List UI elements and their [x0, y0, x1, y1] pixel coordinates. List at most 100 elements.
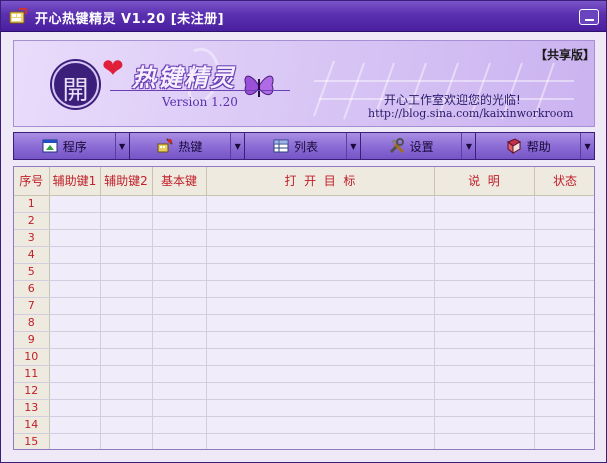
list-dropdown-arrow[interactable]: ▼: [345, 133, 360, 159]
table-cell[interactable]: [206, 416, 435, 434]
table-row[interactable]: 7: [14, 297, 594, 315]
table-cell[interactable]: [49, 246, 101, 264]
column-header-index[interactable]: 序号: [14, 167, 50, 196]
table-cell[interactable]: [152, 416, 207, 434]
table-cell[interactable]: [49, 280, 101, 298]
table-cell[interactable]: [152, 246, 207, 264]
column-header-modifier2[interactable]: 辅助键2: [100, 167, 153, 196]
table-cell[interactable]: [434, 246, 535, 264]
table-cell[interactable]: [206, 263, 435, 281]
table-cell[interactable]: [534, 195, 594, 213]
table-row[interactable]: 15: [14, 433, 594, 449]
table-row[interactable]: 4: [14, 246, 594, 264]
table-cell[interactable]: [534, 229, 594, 247]
table-cell[interactable]: [100, 433, 153, 449]
table-cell[interactable]: [152, 399, 207, 417]
table-cell[interactable]: [100, 348, 153, 366]
table-cell[interactable]: [534, 399, 594, 417]
table-cell[interactable]: [100, 399, 153, 417]
table-row[interactable]: 3: [14, 229, 594, 247]
table-cell[interactable]: [206, 314, 435, 332]
table-cell[interactable]: [534, 263, 594, 281]
table-cell[interactable]: [206, 297, 435, 315]
help-menu[interactable]: 帮助 ▼: [476, 133, 595, 159]
homepage-url[interactable]: http://blog.sina.com/kaixinworkroom: [368, 107, 573, 120]
column-header-status[interactable]: 状态: [534, 167, 594, 196]
table-cell[interactable]: [152, 195, 207, 213]
table-cell[interactable]: [534, 382, 594, 400]
table-cell[interactable]: [434, 195, 535, 213]
table-cell[interactable]: [434, 416, 535, 434]
table-cell[interactable]: [49, 263, 101, 281]
table-cell[interactable]: [100, 297, 153, 315]
table-cell[interactable]: [434, 382, 535, 400]
table-cell[interactable]: [100, 263, 153, 281]
table-cell[interactable]: [434, 365, 535, 383]
table-cell[interactable]: [434, 433, 535, 449]
table-cell[interactable]: [49, 348, 101, 366]
table-cell[interactable]: [49, 433, 101, 449]
table-row[interactable]: 8: [14, 314, 594, 332]
table-cell[interactable]: [100, 212, 153, 230]
table-cell[interactable]: [49, 365, 101, 383]
table-cell[interactable]: [434, 229, 535, 247]
table-row[interactable]: 2: [14, 212, 594, 230]
table-cell[interactable]: [152, 382, 207, 400]
table-cell[interactable]: [206, 331, 435, 349]
table-cell[interactable]: [100, 229, 153, 247]
program-button[interactable]: 程序: [14, 133, 115, 159]
hotkey-grid[interactable]: 序号 辅助键1 辅助键2 基本键 打 开 目 标 说 明 状态 12345678…: [13, 166, 595, 450]
hotkey-dropdown-arrow[interactable]: ▼: [230, 133, 244, 159]
table-cell[interactable]: [434, 331, 535, 349]
table-cell[interactable]: [434, 212, 535, 230]
table-cell[interactable]: [206, 195, 435, 213]
table-cell[interactable]: [100, 382, 153, 400]
table-cell[interactable]: [49, 195, 101, 213]
program-menu[interactable]: 程序 ▼: [14, 133, 130, 159]
help-dropdown-arrow[interactable]: ▼: [580, 133, 594, 159]
table-row[interactable]: 12: [14, 382, 594, 400]
table-cell[interactable]: [206, 246, 435, 264]
table-row[interactable]: 11: [14, 365, 594, 383]
table-cell[interactable]: [534, 416, 594, 434]
table-row[interactable]: 13: [14, 399, 594, 417]
table-cell[interactable]: [206, 382, 435, 400]
table-cell[interactable]: [534, 280, 594, 298]
table-cell[interactable]: [434, 280, 535, 298]
table-row[interactable]: 6: [14, 280, 594, 298]
table-cell[interactable]: [206, 433, 435, 449]
column-header-modifier1[interactable]: 辅助键1: [49, 167, 101, 196]
table-cell[interactable]: [49, 212, 101, 230]
table-cell[interactable]: [49, 297, 101, 315]
program-dropdown-arrow[interactable]: ▼: [114, 133, 129, 159]
table-cell[interactable]: [100, 280, 153, 298]
table-cell[interactable]: [534, 246, 594, 264]
table-cell[interactable]: [534, 314, 594, 332]
table-cell[interactable]: [434, 263, 535, 281]
table-cell[interactable]: [534, 212, 594, 230]
hotkey-button[interactable]: 热键: [130, 133, 231, 159]
table-cell[interactable]: [206, 229, 435, 247]
table-cell[interactable]: [49, 331, 101, 349]
table-cell[interactable]: [49, 382, 101, 400]
table-cell[interactable]: [534, 331, 594, 349]
hotkey-menu[interactable]: 热键 ▼: [129, 133, 246, 159]
table-cell[interactable]: [206, 212, 435, 230]
table-cell[interactable]: [434, 314, 535, 332]
table-row[interactable]: 14: [14, 416, 594, 434]
table-cell[interactable]: [206, 365, 435, 383]
title-bar[interactable]: 开心热键精灵 V1.20 [未注册]: [1, 1, 606, 32]
column-header-base-key[interactable]: 基本键: [152, 167, 207, 196]
table-cell[interactable]: [206, 348, 435, 366]
table-row[interactable]: 5: [14, 263, 594, 281]
table-cell[interactable]: [152, 280, 207, 298]
table-cell[interactable]: [100, 365, 153, 383]
table-cell[interactable]: [434, 297, 535, 315]
table-cell[interactable]: [152, 348, 207, 366]
settings-dropdown-arrow[interactable]: ▼: [461, 133, 475, 159]
table-cell[interactable]: [534, 365, 594, 383]
table-cell[interactable]: [206, 280, 435, 298]
table-cell[interactable]: [49, 399, 101, 417]
table-cell[interactable]: [152, 229, 207, 247]
table-cell[interactable]: [152, 263, 207, 281]
